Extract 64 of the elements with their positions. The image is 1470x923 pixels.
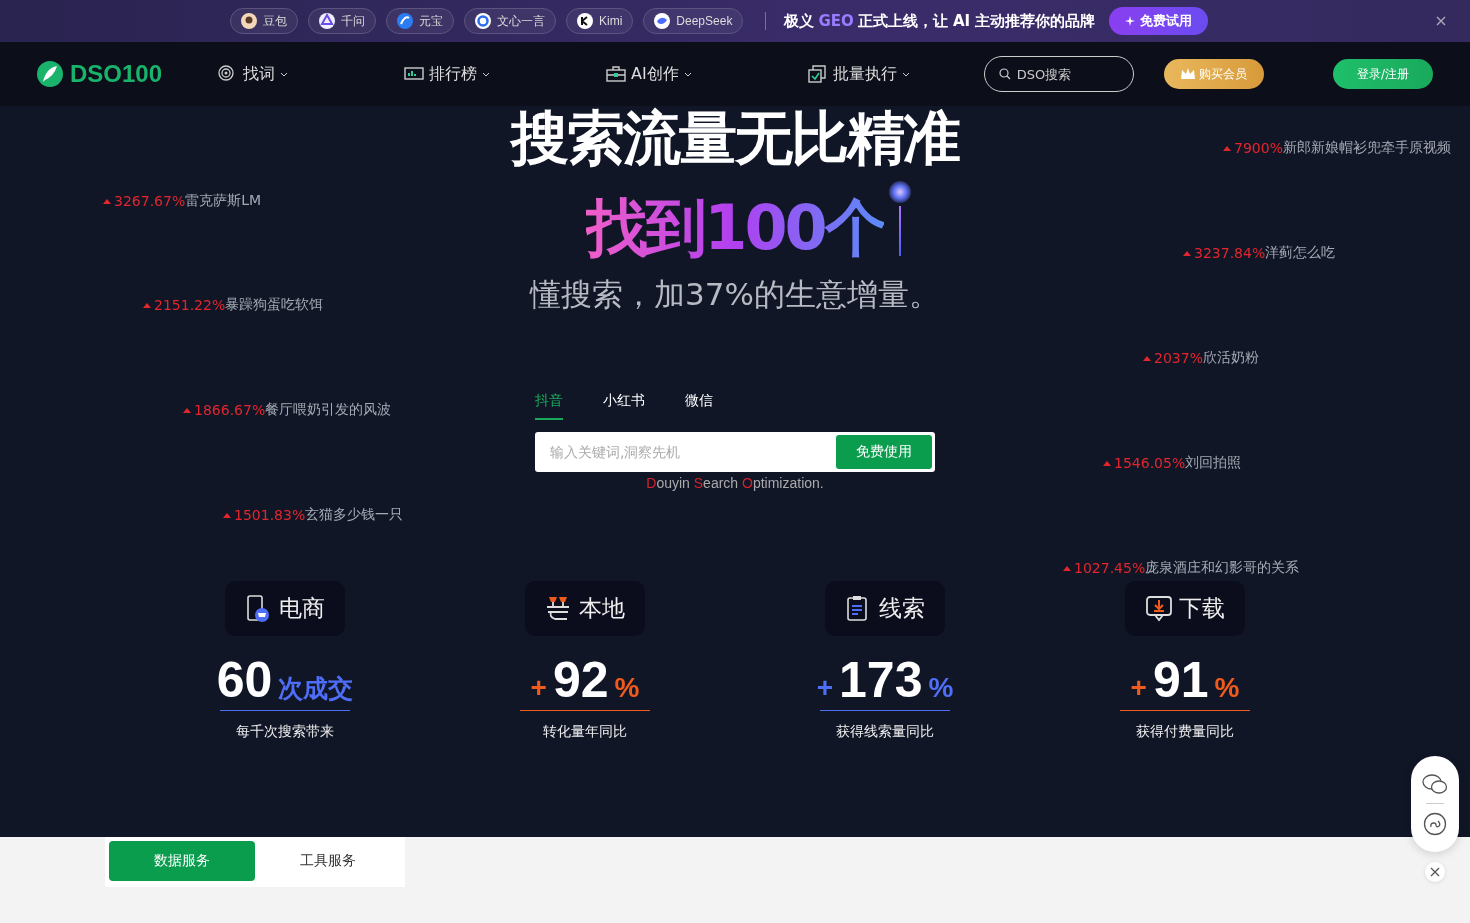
- ai-logo-icon: [475, 13, 491, 29]
- stat-caption: 转化量年同比: [543, 723, 627, 741]
- nav-menu-item[interactable]: 排行榜: [404, 63, 490, 85]
- ai-chip[interactable]: 文心一言: [464, 8, 556, 34]
- nav-menu-item[interactable]: 批量执行: [807, 63, 910, 85]
- ai-logo-icon: [654, 13, 671, 29]
- platform-tab[interactable]: 抖音: [535, 392, 563, 420]
- trending-keyword[interactable]: 2037%欣活奶粉: [1143, 349, 1259, 367]
- category-chip: 本地: [525, 581, 645, 636]
- trending-keyword[interactable]: 1546.05%刘回拍照: [1103, 454, 1242, 472]
- ai-chip[interactable]: Kimi: [566, 8, 634, 34]
- promo-text: 极义 GEO 正式上线，让 AI 主动推荐你的品牌: [784, 11, 1096, 31]
- trending-keyword[interactable]: 1027.45%庞泉酒庄和幻影哥的关系: [1063, 559, 1300, 577]
- nav-menu-item[interactable]: 找词: [218, 63, 288, 85]
- close-icon: [1430, 867, 1440, 877]
- search-icon: [998, 68, 1011, 80]
- chevron-down-icon: [901, 71, 910, 77]
- tagline-text: Douyin Search Optimization.: [646, 475, 824, 491]
- sparkle-icon: [1125, 16, 1136, 26]
- stat-value: +92%: [520, 654, 650, 711]
- chevron-down-icon: [482, 71, 490, 77]
- category-chip: 下载: [1125, 581, 1245, 636]
- category-chip: 线索: [825, 581, 945, 636]
- trending-keyword[interactable]: 7900%新郎新娘帽衫兜牵手原视频: [1223, 139, 1451, 157]
- hero-title: 搜索流量无比精准: [511, 106, 959, 170]
- toolbox-icon: [606, 65, 626, 83]
- trending-keyword[interactable]: 2151.22%暴躁狗蛋吃软饵: [143, 296, 324, 314]
- close-icon: [1436, 16, 1446, 26]
- nav-menu-item[interactable]: AI创作: [606, 63, 692, 85]
- trending-keyword[interactable]: 3267.67%雷克萨斯LM: [103, 192, 262, 210]
- stat-caption: 每千次搜索带来: [236, 723, 334, 741]
- platform-tab[interactable]: 小红书: [603, 392, 645, 420]
- chart-icon: [404, 65, 424, 83]
- category-chip: 电商: [225, 581, 345, 636]
- ai-chip[interactable]: 元宝: [386, 8, 454, 34]
- stat-value: +91%: [1120, 654, 1250, 711]
- chevron-down-icon: [683, 71, 692, 77]
- ai-logo-icon: [241, 13, 257, 29]
- keyword-search-field[interactable]: 输入关键词,洞察先机 免费使用: [535, 432, 935, 472]
- free-use-button[interactable]: 免费使用: [836, 435, 932, 469]
- link-circle-icon: [1423, 811, 1447, 836]
- copy-icon: [807, 65, 828, 83]
- trending-keyword[interactable]: 1501.83%玄猫多少钱一只: [223, 506, 404, 524]
- trending-keyword[interactable]: 1866.67%餐厅喂奶引发的风波: [183, 401, 392, 419]
- hero-subtitle: 懂搜索，加37%的生意增量。: [530, 275, 940, 314]
- ai-logo-icon: [319, 13, 335, 29]
- ai-logo-icon: [577, 13, 593, 29]
- service-tab[interactable]: 数据服务: [109, 841, 255, 881]
- ai-chip[interactable]: 豆包: [230, 8, 298, 34]
- chat-bubbles-icon: [1422, 772, 1448, 795]
- ai-chip[interactable]: 千问: [308, 8, 376, 34]
- chevron-down-icon: [280, 71, 288, 77]
- free-trial-button[interactable]: 免费试用: [1109, 7, 1209, 35]
- logo-text: DSO100: [70, 60, 163, 88]
- ai-logo-icon: [397, 13, 413, 29]
- platform-tab[interactable]: 微信: [685, 392, 713, 420]
- download-icon: [1145, 594, 1173, 623]
- trending-keyword[interactable]: 3237.84%洋蓟怎么吃: [1183, 244, 1336, 262]
- search-field[interactable]: DSO搜索: [983, 56, 1134, 92]
- stat-caption: 获得线索量同比: [836, 723, 934, 741]
- stat-caption: 获得付费量同比: [1136, 723, 1234, 741]
- ai-chip[interactable]: DeepSeek: [643, 8, 744, 34]
- leaf-logo-icon: [36, 60, 64, 88]
- crown-icon: [1180, 67, 1197, 81]
